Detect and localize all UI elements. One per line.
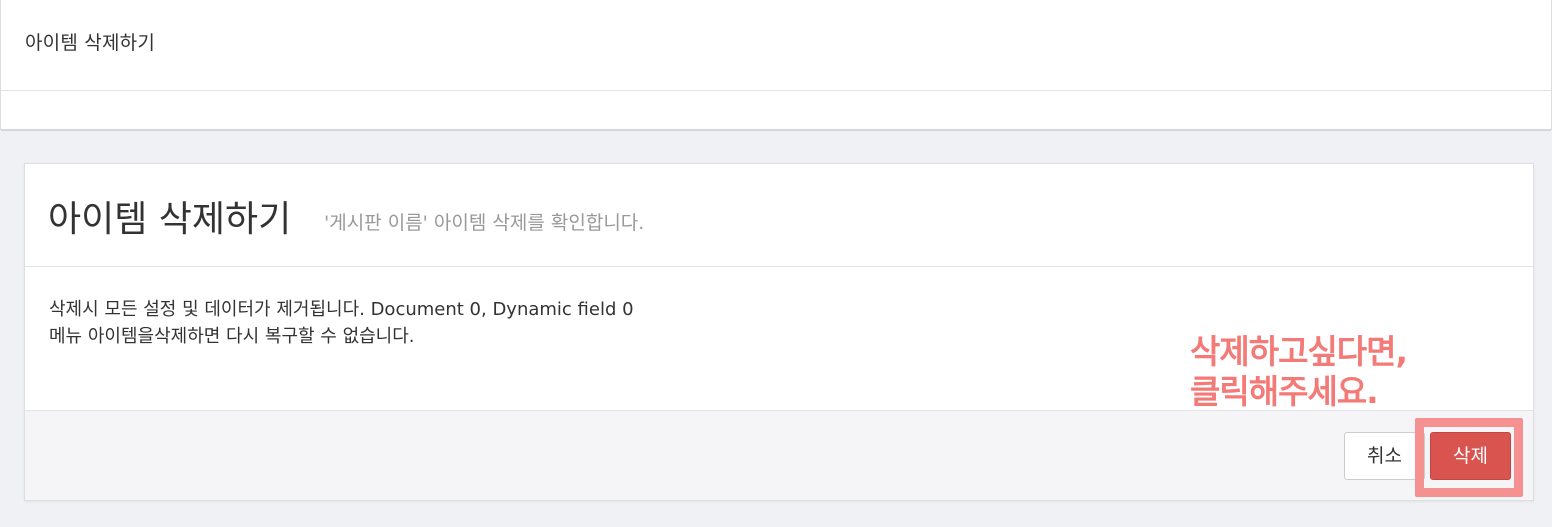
panel-title: 아이템 삭제하기 [48,199,292,240]
header-divider [1,129,1551,131]
panel-body: 삭제시 모든 설정 및 데이터가 제거됩니다. Document 0, Dyna… [25,267,1533,412]
header-title-row: 아이템 삭제하기 [1,0,1551,91]
cancel-button[interactable]: 취소 [1344,432,1425,480]
top-header: 아이템 삭제하기 [0,0,1552,131]
panel-header: 아이템 삭제하기 '게시판 이름' 아이템 삭제를 확인합니다. [25,164,1533,267]
click-hint-annotation: 삭제하고싶다면, 클릭해주세요. [1190,332,1408,412]
annotation-line-2: 클릭해주세요. [1190,372,1379,411]
panel-footer: 취소 삭제 [25,410,1533,500]
panel-subtitle: '게시판 이름' 아이템 삭제를 확인합니다. [324,212,645,234]
delete-warning-text: 삭제시 모든 설정 및 데이터가 제거됩니다. Document 0, Dyna… [49,299,634,320]
annotation-line-1: 삭제하고싶다면, [1190,332,1408,371]
page-title: 아이템 삭제하기 [25,32,155,54]
irreversible-warning-text: 메뉴 아이템을삭제하면 다시 복구할 수 없습니다. [49,326,415,347]
delete-button[interactable]: 삭제 [1430,432,1511,480]
delete-confirm-panel: 아이템 삭제하기 '게시판 이름' 아이템 삭제를 확인합니다. 삭제시 모든 … [24,163,1534,501]
